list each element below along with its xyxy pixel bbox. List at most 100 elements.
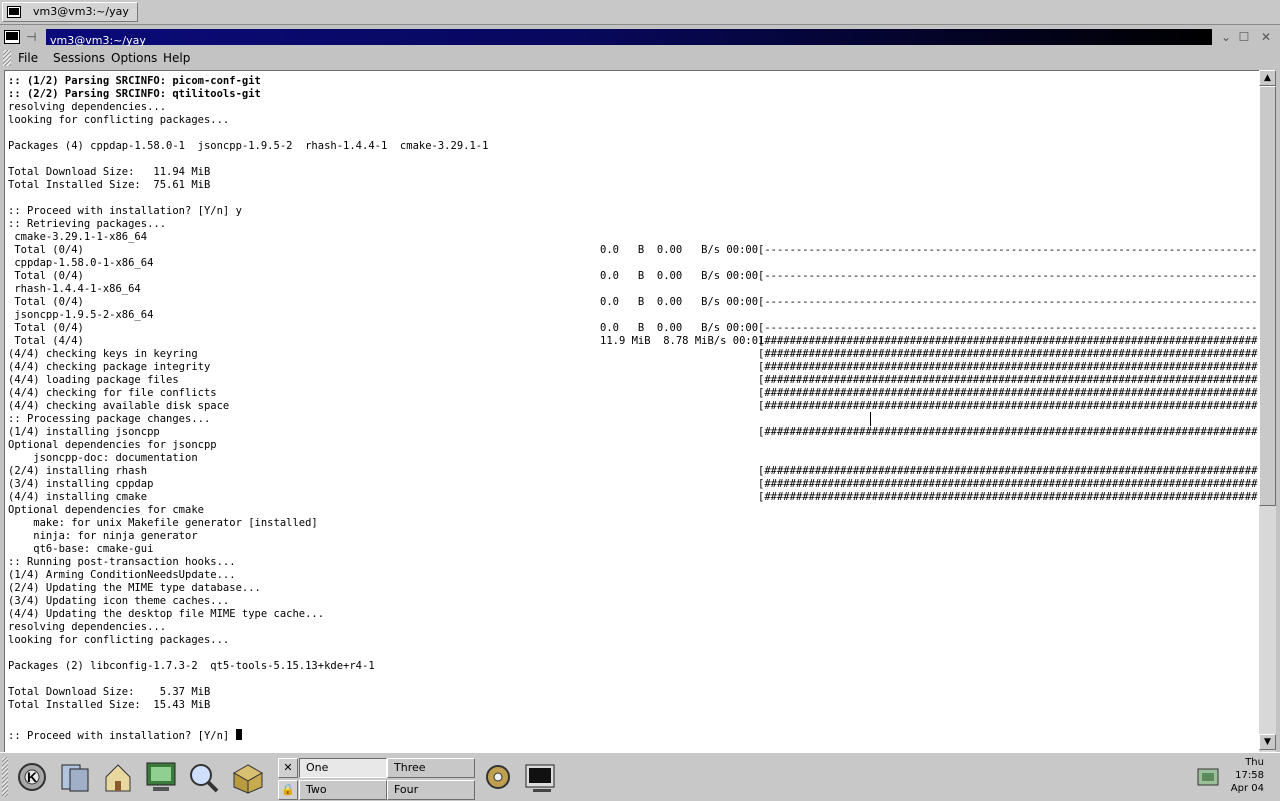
gear-icon[interactable] [478, 757, 518, 797]
progress-bar-text: [#######################################… [758, 361, 1260, 373]
line-text: (4/4) checking available disk space [8, 400, 230, 412]
progress-bar-text: [#######################################… [758, 478, 1260, 490]
line-text: Total Installed Size: 75.61 MiB [8, 179, 211, 191]
line-text: Packages (4) cppdap-1.58.0-1 jsoncpp-1.9… [8, 140, 489, 152]
line-text: Optional dependencies for jsoncpp [8, 439, 217, 451]
line-text: Total (0/4) [8, 244, 84, 256]
mouse-ibeam-cursor [870, 412, 871, 426]
menu-help[interactable]: Help [163, 50, 190, 66]
menu-bar: File Sessions Options Help [0, 48, 1280, 68]
line-text: (2/4) Updating the MIME type database... [8, 582, 261, 594]
terminal-output[interactable]: :: (1/2) Parsing SRCINFO: picom-conf-git… [4, 70, 1260, 753]
transfer-stats: 0.0 B 0.00 B/s 00:00 [600, 296, 759, 308]
line-text: looking for conflicting packages... [8, 114, 230, 126]
close-button[interactable]: ✕ [1258, 29, 1274, 45]
title-bar[interactable]: ⊣ vm3@vm3:~/yay ⌄ ☐ ✕ [0, 27, 1280, 47]
window-list-icon[interactable] [56, 757, 96, 797]
menu-sessions[interactable]: Sessions [53, 50, 105, 66]
svg-text:K: K [27, 769, 37, 785]
scroll-down-arrow[interactable]: ▼ [1259, 734, 1276, 750]
line-text: jsoncpp-1.9.5-2-x86_64 [8, 309, 154, 321]
progress-bar-text: [#######################################… [758, 348, 1260, 360]
package-tools-icon[interactable] [228, 757, 268, 797]
clock-day: Thu [1245, 757, 1264, 768]
line-text: :: (2/2) Parsing SRCINFO: qtilitools-git [8, 88, 261, 100]
line-text: (3/4) Updating icon theme caches... [8, 595, 230, 607]
progress-bar-text: [#######################################… [758, 426, 1260, 438]
progress-bar-text: [#######################################… [758, 465, 1260, 477]
progress-bar-text: [#######################################… [758, 387, 1260, 399]
line-text: (4/4) checking package integrity [8, 361, 211, 373]
desktop-two-button[interactable]: Two [299, 780, 387, 800]
lock-screen-button[interactable]: 🔒 [278, 780, 298, 800]
line-text: resolving dependencies... [8, 101, 167, 113]
line-text: :: Processing package changes... [8, 413, 211, 425]
progress-bar-text: [---------------------------------------… [758, 296, 1260, 308]
show-desktop-button[interactable]: ✕ [278, 758, 298, 778]
menu-file[interactable]: File [18, 50, 38, 66]
line-text: ninja: for ninja generator [8, 530, 198, 542]
line-text: looking for conflicting packages... [8, 634, 230, 646]
desktop-one-button[interactable]: One [299, 758, 387, 778]
clock-date: Apr 04 [1230, 783, 1264, 794]
scroll-thumb[interactable] [1259, 86, 1276, 506]
line-text: Optional dependencies for cmake [8, 504, 204, 516]
terminal-icon [7, 6, 21, 18]
line-text: make: for unix Makefile generator [insta… [8, 517, 318, 529]
pin-icon[interactable]: ⊣ [26, 29, 42, 45]
clock-time: 17:58 [1235, 770, 1264, 781]
top-taskbar: vm3@vm3:~/yay [0, 0, 1280, 25]
transfer-stats: 0.0 B 0.00 B/s 00:00 [600, 322, 759, 334]
progress-bar-text: [#######################################… [758, 491, 1260, 503]
top-task-button[interactable]: vm3@vm3:~/yay [2, 2, 138, 22]
window-title: vm3@vm3:~/yay [50, 34, 146, 47]
prompt-text: :: Proceed with installation? [Y/n] [8, 730, 236, 742]
minimize-button[interactable]: ⌄ [1218, 29, 1234, 45]
scroll-up-arrow[interactable]: ▲ [1259, 70, 1276, 86]
kde-panel: K ✕ 🔒 One Two Three Four Thu 17:58 Apr 0… [0, 752, 1280, 801]
desktop-four-button[interactable]: Four [387, 780, 475, 800]
clock[interactable]: Thu 17:58 Apr 04 [1222, 756, 1264, 795]
kde-menu-icon[interactable]: K [12, 757, 52, 797]
menu-grip[interactable] [3, 50, 11, 66]
line-text: Total (0/4) [8, 296, 84, 308]
text-cursor [235, 729, 242, 740]
line-text: (2/4) installing rhash [8, 465, 148, 477]
transfer-stats: 0.0 B 0.00 B/s 00:00 [600, 270, 759, 282]
maximize-button[interactable]: ☐ [1236, 29, 1252, 45]
transfer-stats: 0.0 B 0.00 B/s 00:00 [600, 244, 759, 256]
progress-bar-text: [#######################################… [758, 400, 1260, 412]
konsole-window: ⊣ vm3@vm3:~/yay ⌄ ☐ ✕ File Sessions Opti… [0, 26, 1280, 753]
line-text: Packages (2) libconfig-1.7.3-2 qt5-tools… [8, 660, 375, 672]
line-text: (1/4) installing jsoncpp [8, 426, 160, 438]
search-icon[interactable] [183, 757, 223, 797]
line-text: cmake-3.29.1-1-x86_64 [8, 231, 148, 243]
line-text: (4/4) loading package files [8, 374, 179, 386]
line-text: Total (0/4) [8, 322, 84, 334]
terminal-icon[interactable] [4, 30, 20, 44]
top-task-label: vm3@vm3:~/yay [33, 5, 129, 18]
line-text: qt6-base: cmake-gui [8, 543, 154, 555]
progress-bar-text: [---------------------------------------… [758, 244, 1260, 256]
control-center-icon[interactable] [141, 757, 181, 797]
line-text: (4/4) checking keys in keyring [8, 348, 198, 360]
menu-options[interactable]: Options [111, 50, 157, 66]
terminal-prompt-line[interactable]: :: Proceed with installation? [Y/n] [8, 729, 242, 742]
line-text: (4/4) Updating the desktop file MIME typ… [8, 608, 325, 620]
vertical-scrollbar[interactable]: ▲ ▼ [1259, 70, 1276, 753]
panel-grip[interactable] [2, 757, 8, 797]
progress-bar-text: [---------------------------------------… [758, 322, 1260, 334]
line-text: (1/4) Arming ConditionNeedsUpdate... [8, 569, 236, 581]
terminal-launcher-icon[interactable] [521, 757, 561, 797]
progress-bar-text: [---------------------------------------… [758, 270, 1260, 282]
line-text: cppdap-1.58.0-1-x86_64 [8, 257, 154, 269]
desktop-three-button[interactable]: Three [387, 758, 475, 778]
home-folder-icon[interactable] [98, 757, 138, 797]
line-text: Total Download Size: 11.94 MiB [8, 166, 211, 178]
network-tray-icon[interactable] [1194, 757, 1222, 797]
line-text: :: Running post-transaction hooks... [8, 556, 236, 568]
progress-bar-text: [#######################################… [758, 374, 1260, 386]
line-text: (4/4) installing cmake [8, 491, 148, 503]
line-text: Total Installed Size: 15.43 MiB [8, 699, 211, 711]
line-text: (3/4) installing cppdap [8, 478, 154, 490]
